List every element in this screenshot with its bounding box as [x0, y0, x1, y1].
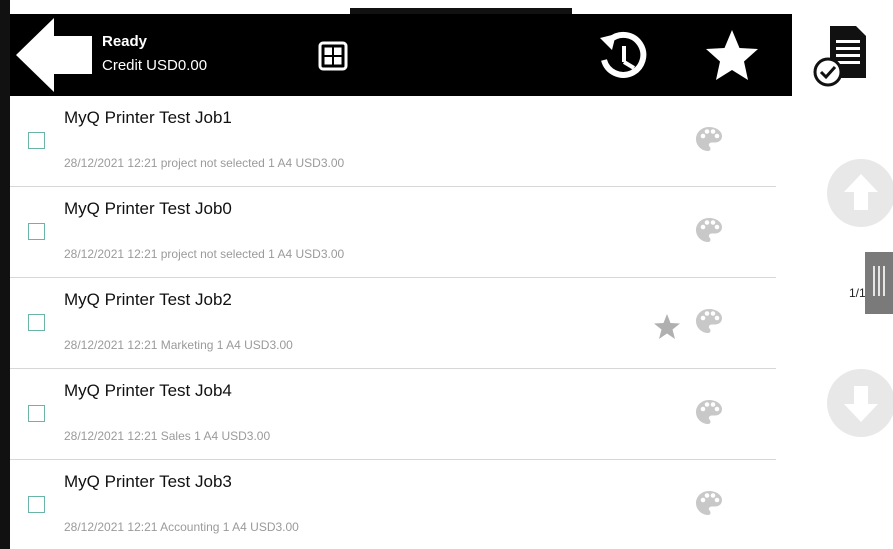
grid-icon — [318, 41, 348, 71]
job-checkbox[interactable] — [28, 314, 45, 331]
credit-text: Credit USD0.00 — [102, 57, 208, 74]
scroll-up-button[interactable] — [826, 158, 893, 228]
grip-line — [873, 266, 875, 296]
arrow-up-circle-icon — [827, 159, 893, 227]
scroll-down-button[interactable] — [826, 368, 893, 438]
grip-line — [883, 266, 885, 296]
color-palette-icon — [696, 400, 722, 424]
job-meta: 28/12/2021 12:21 Accounting 1 A4 USD3.00 — [64, 520, 299, 534]
job-name: MyQ Printer Test Job3 — [64, 472, 232, 491]
document-check-icon — [813, 26, 866, 87]
back-arrow-icon — [16, 18, 92, 92]
job-checkbox[interactable] — [28, 496, 45, 513]
history-clock-icon — [600, 31, 647, 78]
job-row[interactable]: MyQ Printer Test Job1 28/12/2021 12:21 p… — [10, 96, 776, 187]
job-meta: 28/12/2021 12:21 project not selected 1 … — [64, 247, 345, 261]
my-jobs-tab[interactable] — [792, 14, 893, 96]
star-icon — [706, 30, 758, 80]
job-row[interactable]: MyQ Printer Test Job3 28/12/2021 12:21 A… — [10, 460, 776, 549]
page-indicator: 1/1 — [849, 286, 866, 300]
history-button[interactable] — [590, 24, 654, 88]
back-button[interactable] — [10, 14, 98, 96]
apps-button[interactable] — [316, 39, 350, 73]
job-meta: 28/12/2021 12:21 Marketing 1 A4 USD3.00 — [64, 338, 293, 352]
job-meta: 28/12/2021 12:21 Sales 1 A4 USD3.00 — [64, 429, 271, 443]
color-palette-icon — [696, 127, 722, 151]
color-palette-icon — [696, 218, 722, 242]
job-row[interactable]: MyQ Printer Test Job2 28/12/2021 12:21 M… — [10, 278, 776, 369]
job-name: MyQ Printer Test Job0 — [64, 199, 232, 218]
job-name: MyQ Printer Test Job1 — [64, 108, 232, 127]
color-palette-icon — [696, 309, 722, 333]
color-palette-icon — [696, 491, 722, 515]
header-bar: Ready Credit USD0.00 — [10, 14, 792, 96]
status-block: Ready Credit USD0.00 — [102, 32, 207, 76]
job-checkbox[interactable] — [28, 223, 45, 240]
scrollbar-handle[interactable] — [865, 252, 893, 314]
job-checkbox[interactable] — [28, 132, 45, 149]
job-name: MyQ Printer Test Job4 — [64, 381, 232, 400]
grip-line — [878, 266, 880, 296]
job-meta: 28/12/2021 12:21 project not selected 1 … — [64, 156, 345, 170]
job-list: MyQ Printer Test Job1 28/12/2021 12:21 p… — [10, 96, 776, 549]
job-row[interactable]: MyQ Printer Test Job0 28/12/2021 12:21 p… — [10, 187, 776, 278]
favorites-button[interactable] — [700, 24, 764, 88]
job-checkbox[interactable] — [28, 405, 45, 422]
favorite-star-icon — [654, 314, 680, 339]
job-row[interactable]: MyQ Printer Test Job4 28/12/2021 12:21 S… — [10, 369, 776, 460]
job-name: MyQ Printer Test Job2 — [64, 290, 232, 309]
left-edge — [0, 0, 10, 549]
status-title: Ready — [102, 33, 148, 50]
arrow-down-circle-icon — [827, 369, 893, 437]
